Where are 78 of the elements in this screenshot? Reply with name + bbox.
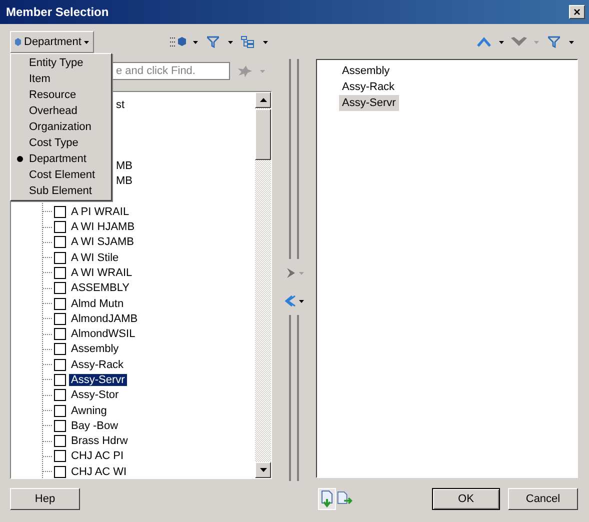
checkbox[interactable] (54, 221, 66, 234)
scroll-thumb[interactable] (255, 109, 271, 160)
checkbox[interactable] (54, 374, 66, 386)
menu-item[interactable]: Sub Element (11, 183, 111, 199)
menu-item[interactable]: Cost Type (11, 135, 111, 151)
tree-item[interactable]: Assembly (69, 343, 121, 356)
menu-item[interactable]: Organization (11, 119, 111, 135)
checkbox[interactable] (54, 420, 66, 432)
tree-item[interactable]: A WI HJAMB (69, 221, 137, 234)
cancel-button[interactable]: Cancel (508, 488, 578, 510)
caret-icon (228, 40, 233, 44)
menu-item[interactable]: Department (11, 151, 111, 167)
checkbox[interactable] (54, 343, 66, 356)
selected-member[interactable]: Assembly (339, 63, 393, 79)
checkbox[interactable] (54, 389, 66, 402)
checkbox[interactable] (54, 252, 66, 264)
help-button[interactable]: Hep (10, 488, 80, 510)
up-arrow-icon (260, 98, 266, 102)
splitter-bar[interactable] (289, 59, 299, 259)
tree-item[interactable]: ASSEMBLY (69, 282, 132, 294)
checkbox[interactable] (54, 298, 66, 310)
tree-item[interactable]: CHJ AC WI (69, 466, 129, 478)
checkbox[interactable] (54, 266, 66, 279)
chevron-right-icon (284, 267, 296, 279)
checkbox[interactable] (54, 282, 66, 294)
caret-icon (569, 40, 574, 44)
window-title: Member Selection (6, 5, 109, 19)
checkbox[interactable] (54, 358, 66, 371)
splitter-bar[interactable] (289, 315, 299, 481)
cube-icon (15, 38, 21, 46)
checkbox[interactable] (54, 404, 66, 417)
menu-item[interactable]: Overhead (11, 103, 111, 119)
caret-icon (298, 300, 304, 302)
tree-item[interactable]: A WI Stile (69, 252, 121, 264)
tree-item[interactable]: Almd Mutn (69, 298, 126, 310)
bullet-icon (17, 156, 23, 162)
caret-icon (499, 40, 504, 44)
ok-button[interactable]: OK (432, 488, 500, 510)
document-import-icon[interactable] (318, 488, 336, 510)
checkbox[interactable] (54, 236, 66, 248)
scrollbar[interactable] (255, 92, 271, 478)
tree-item-label: MB (116, 175, 132, 188)
tree-item[interactable]: Bay -Bow (69, 420, 120, 432)
tree-item[interactable]: A WI SJAMB (69, 236, 136, 248)
tree-item[interactable]: Assy-Servr (69, 374, 127, 386)
tree-item[interactable]: Brass Hdrw (69, 435, 130, 448)
close-button[interactable]: × (569, 5, 585, 19)
menu-item[interactable]: Resource (11, 87, 111, 103)
tree-item[interactable]: AlmondJAMB (69, 312, 140, 325)
tree-item[interactable]: Awning (69, 404, 109, 417)
tree-item[interactable]: CHJ AC PI (69, 450, 126, 462)
caret-icon (298, 272, 304, 274)
caret-icon (263, 40, 268, 44)
checkbox[interactable] (54, 328, 66, 340)
scroll-up-button[interactable] (255, 92, 271, 108)
tree-item[interactable]: A PI WRAIL (69, 206, 132, 218)
checkbox[interactable] (54, 466, 66, 478)
checkbox[interactable] (54, 312, 66, 325)
checkbox[interactable] (54, 206, 66, 218)
caret-icon (84, 40, 90, 44)
tree-item[interactable]: Assy-Stor (69, 389, 121, 402)
menu-item[interactable]: Cost Element (11, 167, 111, 183)
selected-member[interactable]: Assy-Servr (339, 95, 399, 111)
checkbox[interactable] (54, 435, 66, 448)
caret-icon (193, 40, 198, 44)
caret-icon (260, 70, 265, 72)
tree-item[interactable]: AlmondWSIL (69, 328, 138, 340)
tree-item-label: MB (116, 160, 132, 172)
dimension-dropdown[interactable]: Department (10, 31, 94, 53)
down-arrow-icon (260, 468, 266, 472)
chevron-left-icon (284, 295, 296, 307)
selected-member[interactable]: Assy-Rack (339, 79, 398, 95)
checkbox[interactable] (54, 450, 66, 462)
tree-item[interactable]: A WI WRAIL (69, 266, 134, 279)
tree-item[interactable]: Assy-Rack (69, 358, 126, 371)
tree-item-label: st (116, 98, 125, 111)
scroll-down-button[interactable] (255, 462, 271, 478)
caret-icon (534, 40, 539, 44)
